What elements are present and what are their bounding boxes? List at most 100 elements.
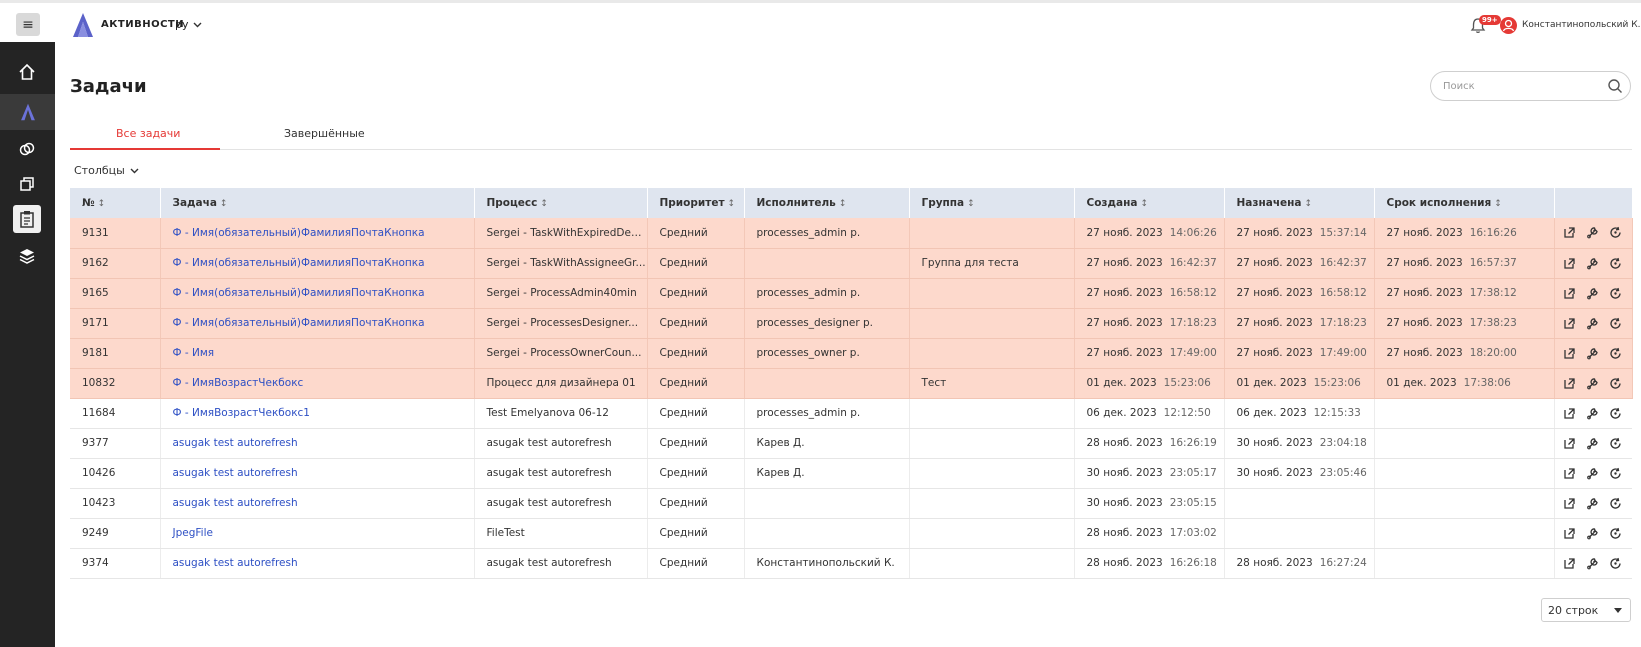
column-header-created[interactable]: Создана ↕ (1074, 188, 1225, 218)
task-link[interactable]: JpegFile (160, 518, 475, 549)
sidebar-item-home[interactable] (13, 58, 41, 86)
sidebar-item-activities[interactable] (0, 94, 55, 130)
cell-due (1374, 398, 1555, 429)
open-external-icon[interactable] (1563, 437, 1576, 450)
wrench-icon[interactable] (1586, 347, 1599, 360)
search-input[interactable]: Поиск (1430, 71, 1631, 101)
column-header-process[interactable]: Процесс ↕ (474, 188, 648, 218)
refresh-icon[interactable] (1609, 287, 1622, 300)
open-external-icon[interactable] (1563, 557, 1576, 570)
table-row[interactable]: 9377 asugak test autorefresh asugak test a… (70, 428, 1632, 459)
open-external-icon[interactable] (1563, 347, 1576, 360)
sidebar-item-tasks[interactable] (13, 205, 41, 233)
search-icon[interactable] (1607, 78, 1623, 94)
table-row[interactable]: 10426 asugak test autorefresh asugak test … (70, 458, 1632, 489)
cell-assignee: processes_admin p. (744, 278, 910, 309)
wrench-icon[interactable] (1586, 317, 1599, 330)
wrench-icon[interactable] (1586, 437, 1599, 450)
app-logo[interactable] (70, 12, 96, 38)
columns-dropdown[interactable]: Столбцы (74, 164, 139, 177)
wrench-icon[interactable] (1586, 527, 1599, 540)
task-link[interactable]: asugak test autorefresh (160, 548, 475, 579)
task-link[interactable]: asugak test autorefresh (160, 488, 475, 519)
refresh-icon[interactable] (1609, 557, 1622, 570)
open-external-icon[interactable] (1563, 226, 1576, 239)
task-link[interactable]: Ф - Имя(обязательный)ФамилияПочтаКнопка (160, 278, 475, 309)
table-row[interactable]: 9374 asugak test autorefresh asugak test a… (70, 548, 1632, 579)
sidebar-item-copies[interactable] (13, 170, 41, 198)
column-header-due[interactable]: Срок исполнения ↕ (1374, 188, 1555, 218)
task-link[interactable]: Ф - Имя(обязательный)ФамилияПочтаКнопка (160, 248, 475, 279)
wrench-icon[interactable] (1586, 407, 1599, 420)
created-time: 23:05:17 (1169, 467, 1217, 479)
table-row[interactable]: 11684 Ф - ИмяВозрастЧекбокс1 Test Emelyano… (70, 398, 1632, 429)
table-row[interactable]: 9181 Ф - Имя Sergei - ProcessOwnerCoun... С… (70, 338, 1633, 369)
column-header-priority[interactable]: Приоритет ↕ (647, 188, 745, 218)
cell-assigned (1224, 518, 1375, 549)
hamburger-menu-button[interactable]: ≡ (16, 13, 40, 36)
table-row[interactable]: 10423 asugak test autorefresh asugak test … (70, 488, 1632, 519)
task-link[interactable]: Ф - ИмяВозрастЧекбокс1 (160, 398, 475, 429)
table-row[interactable]: 9165 Ф - Имя(обязательный)ФамилияПочтаКно… (70, 278, 1633, 309)
open-external-icon[interactable] (1563, 287, 1576, 300)
task-link[interactable]: Ф - Имя(обязательный)ФамилияПочтаКнопка (160, 218, 475, 249)
open-external-icon[interactable] (1563, 407, 1576, 420)
task-link[interactable]: Ф - Имя (160, 338, 475, 369)
refresh-icon[interactable] (1609, 407, 1622, 420)
open-external-icon[interactable] (1563, 377, 1576, 390)
wrench-icon[interactable] (1586, 377, 1599, 390)
open-external-icon[interactable] (1563, 317, 1576, 330)
task-link[interactable]: asugak test autorefresh (160, 428, 475, 459)
refresh-icon[interactable] (1609, 467, 1622, 480)
column-header-group[interactable]: Группа ↕ (909, 188, 1075, 218)
refresh-icon[interactable] (1609, 437, 1622, 450)
refresh-icon[interactable] (1609, 527, 1622, 540)
cell-created: 28 нояб. 2023 16:26:18 (1074, 548, 1225, 579)
wrench-icon[interactable] (1586, 287, 1599, 300)
open-external-icon[interactable] (1563, 527, 1576, 540)
tab-all-tasks[interactable]: Все задачи (116, 127, 180, 140)
cell-assigned: 01 дек. 2023 15:23:06 (1224, 368, 1375, 399)
table-row[interactable]: 9162 Ф - Имя(обязательный)ФамилияПочтаКно… (70, 248, 1633, 279)
refresh-icon[interactable] (1609, 226, 1622, 239)
table-row[interactable]: 9249 JpegFile FileTest Средний 28 нояб. 2023… (70, 518, 1632, 549)
wrench-icon[interactable] (1586, 557, 1599, 570)
open-external-icon[interactable] (1563, 257, 1576, 270)
rows-per-page-select[interactable]: 20 строк (1541, 598, 1631, 622)
table-row[interactable]: 9131 Ф - Имя(обязательный)ФамилияПочтаКно… (70, 218, 1633, 249)
home-icon (19, 63, 35, 80)
app-title: АКТИВНОСТИ (101, 19, 185, 30)
refresh-icon[interactable] (1609, 497, 1622, 510)
hamburger-icon: ≡ (22, 16, 34, 33)
user-name[interactable]: Константинопольский К. (1522, 20, 1641, 30)
wrench-icon[interactable] (1586, 257, 1599, 270)
language-selector[interactable]: ру (175, 18, 202, 31)
table-row[interactable]: 9171 Ф - Имя(обязательный)ФамилияПочтаКно… (70, 308, 1633, 339)
cell-assignee (744, 488, 910, 519)
language-label: ру (175, 18, 189, 31)
task-link[interactable]: asugak test autorefresh (160, 458, 475, 489)
table-row[interactable]: 10832 Ф - ИмяВозрастЧекбокс Процесс для ди… (70, 368, 1633, 399)
refresh-icon[interactable] (1609, 257, 1622, 270)
refresh-icon[interactable] (1609, 347, 1622, 360)
wrench-icon[interactable] (1586, 226, 1599, 239)
assigned-date: 27 нояб. 2023 (1236, 347, 1313, 359)
refresh-icon[interactable] (1609, 317, 1622, 330)
column-header-number[interactable]: № ↕ (70, 188, 161, 218)
due-date: 27 нояб. 2023 (1386, 287, 1463, 299)
sidebar-item-links[interactable] (13, 135, 41, 163)
column-header-assignee[interactable]: Исполнитель ↕ (744, 188, 910, 218)
task-link[interactable]: Ф - Имя(обязательный)ФамилияПочтаКнопка (160, 308, 475, 339)
open-external-icon[interactable] (1563, 497, 1576, 510)
avatar[interactable] (1500, 17, 1517, 34)
column-header-assigned[interactable]: Назначена ↕ (1224, 188, 1375, 218)
open-external-icon[interactable] (1563, 467, 1576, 480)
column-header-task[interactable]: Задача ↕ (160, 188, 475, 218)
wrench-icon[interactable] (1586, 467, 1599, 480)
tab-completed[interactable]: Завершённые (284, 127, 365, 140)
sidebar-item-layers[interactable] (13, 242, 41, 270)
cell-id: 10423 (70, 488, 161, 519)
refresh-icon[interactable] (1609, 377, 1622, 390)
wrench-icon[interactable] (1586, 497, 1599, 510)
task-link[interactable]: Ф - ИмяВозрастЧекбокс (160, 368, 475, 399)
